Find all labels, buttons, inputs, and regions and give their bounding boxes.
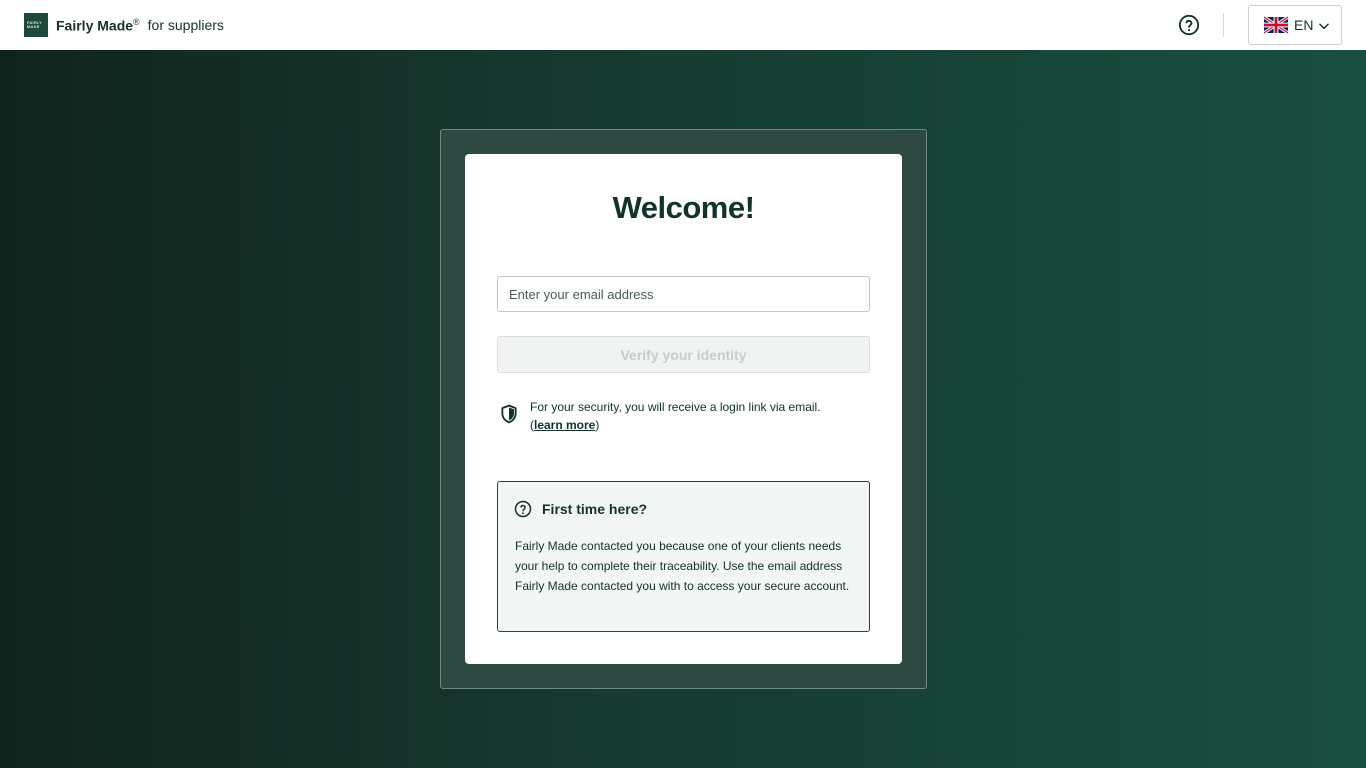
language-select[interactable]: EN <box>1248 5 1342 45</box>
login-card: Welcome! Verify your identity For your s… <box>465 154 902 664</box>
email-input[interactable] <box>497 276 870 312</box>
shield-icon <box>501 404 517 424</box>
topbar-divider <box>1223 13 1224 37</box>
language-code: EN <box>1294 17 1314 33</box>
help-circle-icon <box>1178 14 1200 36</box>
brand-name: Fairly Made® <box>56 16 140 34</box>
page-title: Welcome! <box>612 190 755 225</box>
uk-flag-icon <box>1264 16 1288 34</box>
fairly-made-logo-icon: FAIRLY MADE <box>24 13 48 37</box>
chevron-down-icon <box>1319 23 1329 30</box>
learn-more-link[interactable]: learn more <box>534 418 595 432</box>
help-button[interactable] <box>1177 13 1201 37</box>
top-bar: FAIRLY MADE Fairly Made® for suppliers E… <box>0 0 1366 50</box>
first-time-info-box: First time here? Fairly Made contacted y… <box>497 481 870 632</box>
first-time-body: Fairly Made contacted you because one of… <box>515 539 850 593</box>
security-text: For your security, you will receive a lo… <box>530 400 821 432</box>
verify-identity-button[interactable]: Verify your identity <box>497 336 870 373</box>
registered-mark: ® <box>133 16 140 27</box>
brand[interactable]: FAIRLY MADE Fairly Made® for suppliers <box>24 13 224 37</box>
help-circle-icon <box>514 500 532 518</box>
brand-subtitle: for suppliers <box>147 17 224 33</box>
first-time-title: First time here? <box>542 501 648 517</box>
